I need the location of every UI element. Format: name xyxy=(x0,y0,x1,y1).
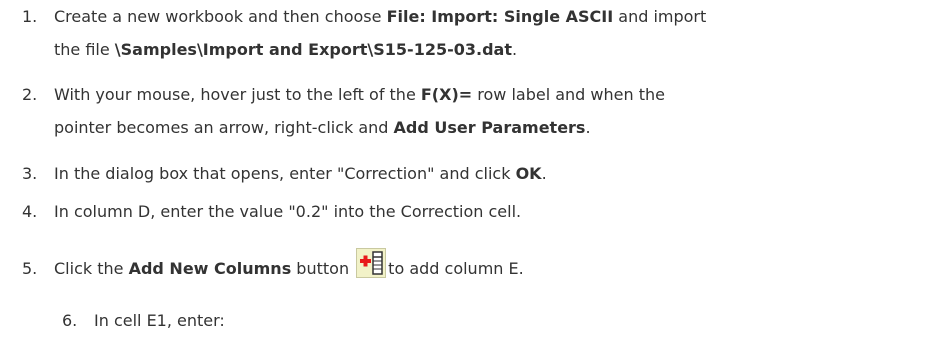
step-text: In the dialog box that opens, enter "Cor… xyxy=(54,164,516,183)
step-text: With your mouse, hover just to the left … xyxy=(54,85,421,104)
step-number: 5. xyxy=(22,259,38,278)
step-text: In column D, enter the value "0.2" into … xyxy=(54,202,522,221)
step-number: 6. xyxy=(62,311,78,330)
add-new-columns-icon xyxy=(356,248,387,278)
step-number: 2. xyxy=(22,85,38,104)
step-text: . xyxy=(511,40,518,59)
ok-button-name: OK xyxy=(515,164,542,183)
step-1-line-1: 1. Create a new workbook and then choose … xyxy=(22,7,706,27)
step-text: In cell E1, enter: xyxy=(94,311,225,330)
file-path: \Samples\Import and Export\S15-125-03.da… xyxy=(114,40,512,59)
step-text: to add column E. xyxy=(388,259,524,278)
step-number: 1. xyxy=(22,7,38,26)
step-text: . xyxy=(585,118,591,137)
step-1-line-2: the file \Samples\Import and Export\S15-… xyxy=(54,40,517,60)
step-2-line-2: pointer becomes an arrow, right-click an… xyxy=(54,118,591,138)
step-number: 4. xyxy=(22,202,38,221)
step-5: 5. Click the Add New Columns button to ad… xyxy=(22,248,524,279)
step-4: 4. In column D, enter the value "0.2" int… xyxy=(22,202,521,222)
step-text: . xyxy=(541,164,547,183)
step-2-line-1: 2. With your mouse, hover just to the lef… xyxy=(22,85,665,105)
step-text: Create a new workbook and then choose xyxy=(54,7,387,26)
row-label: F(X)= xyxy=(420,85,473,104)
step-text: and import xyxy=(613,7,707,26)
step-text: Click the xyxy=(54,259,129,278)
step-text: row label and when the xyxy=(472,85,665,104)
step-6: 6. In cell E1, enter: xyxy=(62,311,225,331)
step-text: pointer becomes an arrow, right-click an… xyxy=(54,118,394,137)
step-number: 3. xyxy=(22,164,38,183)
step-text: the file xyxy=(54,40,115,59)
menu-item-name: Add User Parameters xyxy=(393,118,586,137)
step-text: button xyxy=(291,259,355,278)
button-name: Add New Columns xyxy=(128,259,292,278)
menu-path: File: Import: Single ASCII xyxy=(386,7,614,26)
step-3: 3. In the dialog box that opens, enter "C… xyxy=(22,164,547,184)
